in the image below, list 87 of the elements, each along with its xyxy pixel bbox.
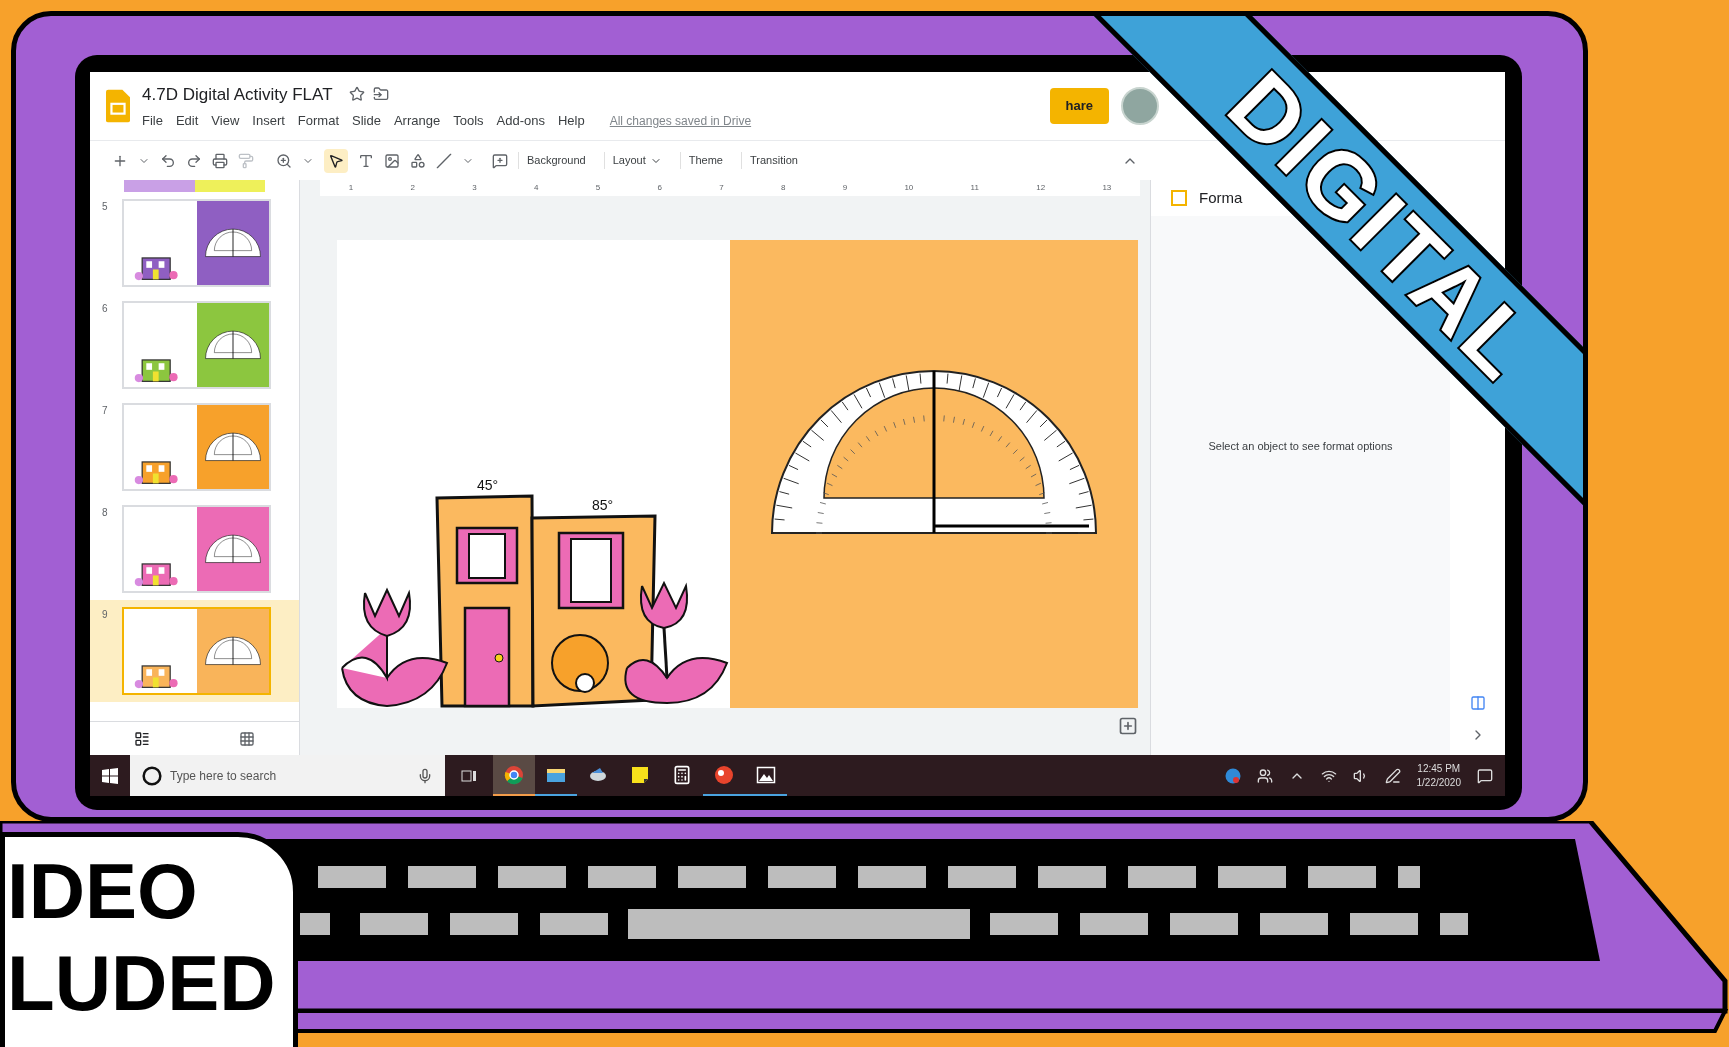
ruler-mark: 11 bbox=[970, 182, 979, 194]
ruler-mark: 12 bbox=[1036, 182, 1046, 194]
slide-number: 8 bbox=[102, 506, 109, 520]
save-status-link[interactable]: All changes saved in Drive bbox=[609, 111, 752, 130]
undo-icon[interactable] bbox=[160, 152, 176, 169]
menu-item[interactable]: Arrange bbox=[393, 111, 441, 131]
star-icon[interactable] bbox=[348, 86, 365, 103]
avatar[interactable] bbox=[1121, 87, 1159, 125]
help-icon[interactable] bbox=[1224, 767, 1241, 784]
pen-icon[interactable] bbox=[1384, 767, 1401, 784]
comment-icon[interactable] bbox=[492, 152, 508, 169]
line-icon[interactable] bbox=[436, 152, 452, 169]
menu-item[interactable]: Edit bbox=[175, 111, 199, 131]
search-circle-icon bbox=[142, 765, 162, 786]
filmstrip-view-icon[interactable] bbox=[134, 730, 151, 747]
ruler-mark: 4 bbox=[533, 182, 539, 194]
angle-label: 85° bbox=[592, 497, 614, 513]
toolbar-button[interactable]: Theme bbox=[679, 152, 731, 169]
clock-date[interactable]: 1/22/2020 bbox=[1416, 775, 1461, 790]
ball-icon bbox=[714, 764, 734, 785]
shapes-icon[interactable] bbox=[410, 152, 426, 169]
protractor-drawing bbox=[204, 636, 261, 666]
zoom-icon[interactable] bbox=[276, 152, 292, 169]
ruler-mark: 2 bbox=[410, 182, 415, 194]
ruler-mark: 6 bbox=[657, 182, 662, 194]
menu-item[interactable]: Insert bbox=[252, 111, 285, 131]
angle-label: 45° bbox=[477, 478, 499, 493]
ruler-mark: 9 bbox=[842, 182, 848, 194]
add-icon[interactable] bbox=[1118, 716, 1138, 736]
toolbar-button[interactable]: Background bbox=[518, 152, 594, 169]
slide-number: 7 bbox=[102, 404, 109, 418]
menu-item[interactable]: Help bbox=[557, 111, 585, 131]
slide-number: 9 bbox=[102, 608, 109, 622]
move-folder-icon[interactable] bbox=[372, 86, 389, 103]
slide-thumbnail[interactable] bbox=[122, 301, 271, 389]
redo-icon[interactable] bbox=[186, 152, 202, 169]
task-view-icon[interactable] bbox=[461, 767, 477, 784]
menu-item[interactable]: Add-ons bbox=[496, 111, 545, 131]
protractor-drawing bbox=[204, 432, 261, 462]
menu-item[interactable]: File bbox=[142, 111, 163, 131]
image-icon[interactable] bbox=[384, 152, 400, 169]
ruler-mark: 13 bbox=[1102, 182, 1112, 194]
ruler-mark: 8 bbox=[780, 182, 786, 194]
ruler-mark: 1 bbox=[348, 182, 354, 194]
empty-state-message: Select an object to see format options bbox=[1208, 439, 1393, 454]
mic-icon bbox=[417, 767, 433, 784]
toolbar-button[interactable]: Layout bbox=[603, 152, 670, 169]
menu-item[interactable]: Format bbox=[297, 111, 339, 131]
badge-text: IDEO bbox=[7, 846, 198, 937]
menu-item[interactable]: Tools bbox=[453, 111, 484, 131]
badge-text: LUDED bbox=[7, 938, 276, 1029]
slide-number: 6 bbox=[102, 302, 109, 316]
grid-view-icon[interactable] bbox=[238, 730, 255, 747]
search-bar[interactable]: Type here to search bbox=[130, 755, 445, 796]
protractor-drawing bbox=[204, 534, 261, 564]
clock-time[interactable]: 12:45 PM bbox=[1417, 761, 1461, 776]
slide-thumbnail[interactable] bbox=[122, 607, 271, 695]
share-button[interactable]: hare bbox=[1049, 88, 1109, 124]
slide-thumbnail[interactable] bbox=[122, 199, 271, 287]
thumbnail-strip[interactable] bbox=[124, 180, 265, 192]
menu-item[interactable]: Slide bbox=[352, 111, 381, 131]
people-icon[interactable] bbox=[1256, 767, 1273, 784]
sticky-note-icon bbox=[630, 764, 650, 785]
format-icon bbox=[1171, 190, 1187, 206]
toolbar-button[interactable]: Transition bbox=[741, 152, 806, 169]
ruler-mark: 3 bbox=[472, 182, 477, 194]
ruler-mark: 7 bbox=[719, 182, 724, 194]
ruler-mark: 10 bbox=[904, 182, 914, 194]
protractor-drawing bbox=[204, 228, 261, 258]
calculator-icon bbox=[672, 764, 692, 785]
text-box-icon[interactable] bbox=[358, 152, 374, 169]
slide-thumbnail[interactable] bbox=[122, 403, 271, 491]
document-title[interactable]: 4.7D Digital Activity FLAT bbox=[142, 81, 333, 107]
search-field[interactable]: Type here to search bbox=[170, 766, 409, 785]
select-tool[interactable] bbox=[324, 148, 348, 173]
pointer-icon bbox=[328, 152, 344, 169]
chrome-icon bbox=[504, 764, 524, 785]
notification-icon[interactable] bbox=[1477, 767, 1493, 784]
ruler-mark: 5 bbox=[595, 182, 601, 194]
print-icon[interactable] bbox=[212, 152, 228, 169]
windows-start-icon[interactable] bbox=[102, 767, 118, 784]
side-panel-icon[interactable] bbox=[1469, 695, 1486, 711]
picture-icon bbox=[756, 764, 776, 785]
slide-number: 5 bbox=[102, 200, 109, 214]
slide-thumbnail[interactable] bbox=[122, 505, 271, 593]
menu-item[interactable]: View bbox=[211, 111, 240, 131]
protractor-drawing bbox=[204, 330, 261, 360]
